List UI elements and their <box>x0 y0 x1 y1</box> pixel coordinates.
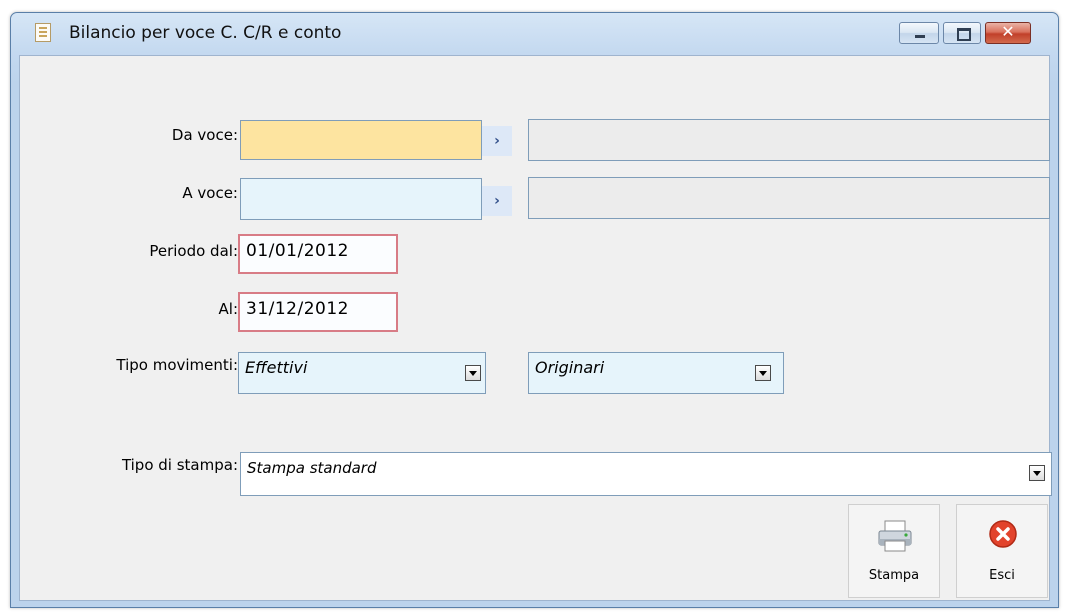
esci-button[interactable]: Esci <box>956 504 1048 598</box>
tipo-stampa-selected-value: Stampa standard <box>247 459 377 477</box>
al-label: Al: <box>218 300 238 318</box>
chevron-down-icon[interactable] <box>465 365 481 381</box>
da-voce-lookup-arrow-icon[interactable]: › <box>482 126 512 156</box>
form-client-area: Da voce: › A voce: › Periodo dal: 01/01/… <box>19 55 1052 601</box>
tipo-movimenti-secondary-select[interactable]: Originari <box>528 352 784 394</box>
window: Bilancio per voce C. C/R e conto ✕ Da vo… <box>10 12 1059 608</box>
report-document-icon <box>35 23 51 42</box>
da-voce-input[interactable] <box>240 120 482 160</box>
da-voce-description-field <box>528 119 1050 161</box>
esci-label: Esci <box>989 568 1015 583</box>
periodo-dal-label: Periodo dal: <box>149 242 238 260</box>
maximize-button[interactable] <box>943 22 981 44</box>
window-title: Bilancio per voce C. C/R e conto <box>69 23 342 43</box>
close-circle-icon <box>989 520 1017 548</box>
printer-icon <box>878 520 912 552</box>
a-voce-lookup-arrow-icon[interactable]: › <box>482 186 512 216</box>
minimize-icon <box>915 35 925 38</box>
tipo-stampa-label: Tipo di stampa: <box>121 456 238 474</box>
maximize-icon <box>957 28 971 41</box>
da-voce-label: Da voce: <box>171 126 238 144</box>
a-voce-input[interactable] <box>240 178 482 220</box>
minimize-button[interactable] <box>899 22 939 44</box>
chevron-down-icon[interactable] <box>1029 465 1045 481</box>
tipo-movimenti-selected-value: Effettivi <box>245 358 308 377</box>
a-voce-label: A voce: <box>182 184 238 202</box>
al-input[interactable]: 31/12/2012 <box>238 292 398 332</box>
close-button[interactable]: ✕ <box>985 22 1031 44</box>
stampa-label: Stampa <box>868 568 920 583</box>
stampa-button[interactable]: Stampa <box>848 504 940 598</box>
periodo-dal-input[interactable]: 01/01/2012 <box>238 234 398 274</box>
tipo-movimenti-label: Tipo movimenti: <box>116 356 238 374</box>
tipo-movimenti-secondary-value: Originari <box>535 358 605 377</box>
tipo-stampa-select[interactable]: Stampa standard <box>240 452 1052 496</box>
title-bar[interactable]: Bilancio per voce C. C/R e conto ✕ <box>11 13 1058 55</box>
tipo-movimenti-select[interactable]: Effettivi <box>238 352 486 394</box>
a-voce-description-field <box>528 177 1050 219</box>
chevron-down-icon[interactable] <box>755 365 771 381</box>
close-icon: ✕ <box>1001 22 1015 41</box>
